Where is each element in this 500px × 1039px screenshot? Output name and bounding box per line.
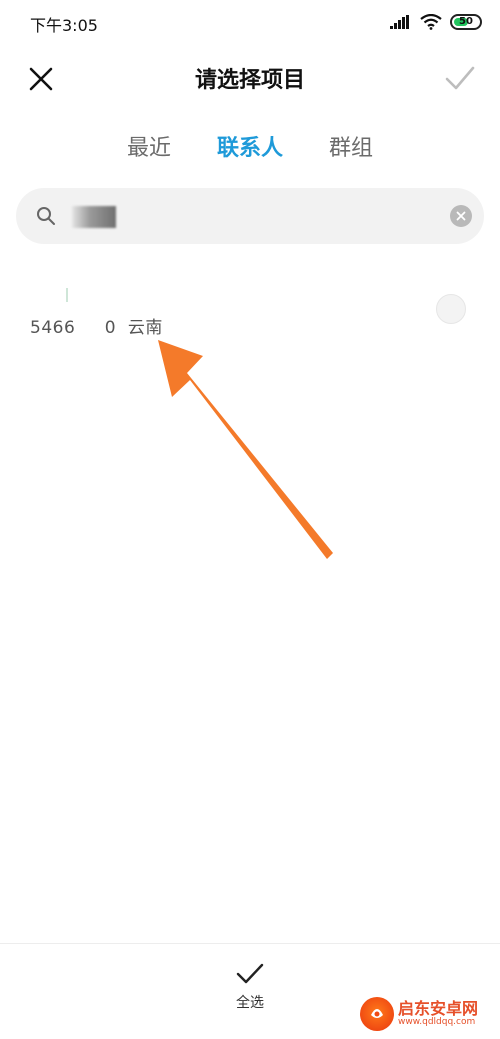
battery-icon: 50 <box>450 14 482 30</box>
watermark-text: 启东安卓网 www.qdldqq.com <box>398 1000 478 1028</box>
watermark: 启东安卓网 www.qdldqq.com <box>360 989 500 1039</box>
title-bar: 请选择项目 <box>0 44 500 112</box>
check-icon[interactable] <box>442 60 478 96</box>
screen: 下午3:05 50 请选择项目 最近 联系人 群组 5466 0 云南 全选 启… <box>0 0 500 1039</box>
status-time: 下午3:05 <box>30 16 98 35</box>
tab-bar: 最近 联系人 群组 <box>0 130 500 174</box>
tab-recent[interactable]: 最近 <box>127 130 171 174</box>
watermark-url: www.qdldqq.com <box>398 1017 476 1028</box>
search-icon <box>37 207 55 225</box>
check-icon <box>236 963 264 984</box>
tab-contacts[interactable]: 联系人 <box>217 130 283 174</box>
select-radio[interactable] <box>436 294 466 324</box>
watermark-title: 启东安卓网 <box>398 998 479 1018</box>
status-bar: 下午3:05 50 <box>0 0 500 44</box>
list-item[interactable]: 5466 0 云南 <box>0 280 500 350</box>
status-icons: 50 <box>390 12 482 32</box>
select-all-button[interactable]: 全选 <box>210 962 290 1022</box>
clear-search-icon[interactable] <box>450 205 472 227</box>
search-text-redacted <box>72 206 116 228</box>
tab-groups[interactable]: 群组 <box>329 130 373 174</box>
page-title: 请选择项目 <box>194 68 305 93</box>
contact-info: 5466 0 云南 <box>30 318 163 338</box>
select-all-label: 全选 <box>236 995 264 1011</box>
signal-icon <box>390 15 409 29</box>
search-input[interactable] <box>76 200 446 232</box>
avatar-placeholder <box>66 288 68 302</box>
battery-level: 50 <box>459 16 473 27</box>
bottom-divider <box>0 943 500 944</box>
wifi-icon <box>420 14 442 30</box>
watermark-logo-icon <box>360 997 394 1031</box>
